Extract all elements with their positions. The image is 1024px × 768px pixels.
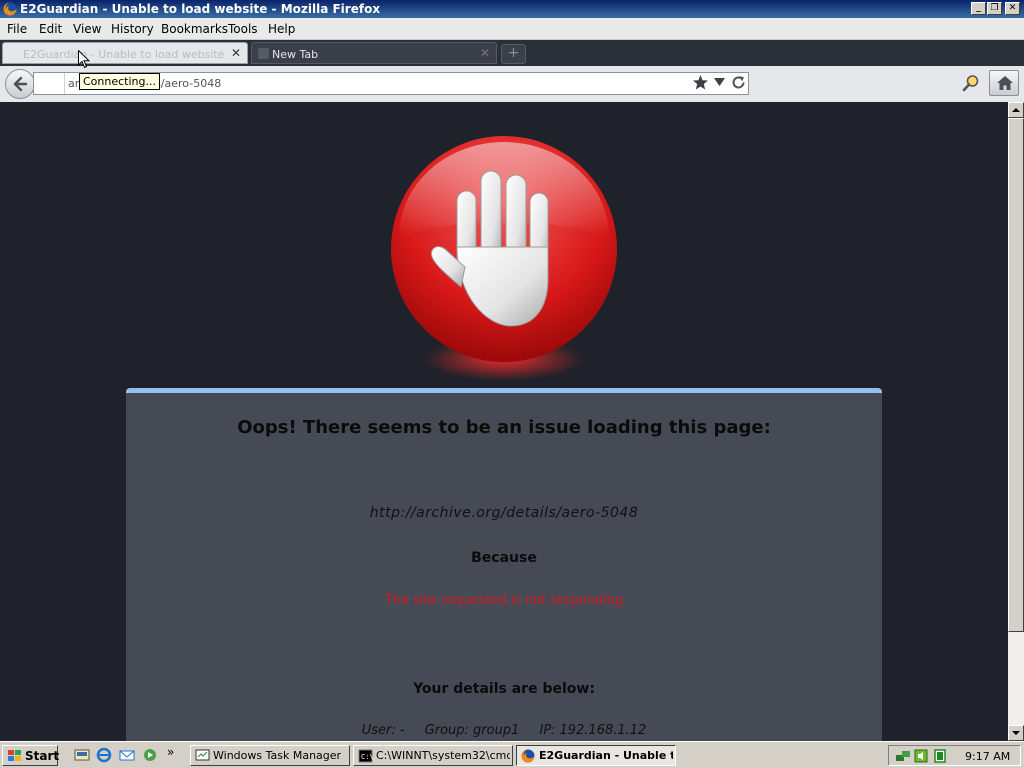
stop-hand-icon <box>391 136 617 381</box>
menu-help[interactable]: Help <box>268 22 295 36</box>
star-icon[interactable] <box>692 74 709 91</box>
site-identity-box[interactable] <box>34 73 65 94</box>
task-label: C:\WINNT\system32\cmd... <box>376 749 510 762</box>
scroll-thumb[interactable] <box>1008 118 1024 632</box>
show-desktop-icon[interactable] <box>74 747 90 763</box>
history-dropdown-icon[interactable] <box>714 78 725 87</box>
tab-e2guardian[interactable]: E2Guardian - Unable to load website ✕ <box>2 42 248 64</box>
task-label: E2Guardian - Unable t... <box>539 749 673 762</box>
internet-explorer-icon[interactable] <box>96 747 112 763</box>
start-button[interactable]: Start <box>2 745 60 766</box>
mouse-cursor-icon <box>78 50 90 69</box>
user-details: User: - Group: group1 IP: 192.168.1.12 <box>126 723 882 738</box>
cmd-icon: C:\ <box>358 749 373 763</box>
window-title: E2Guardian - Unable to load website - Mo… <box>20 2 381 16</box>
task-firefox[interactable]: E2Guardian - Unable t... <box>516 745 676 766</box>
window-titlebar[interactable]: E2Guardian - Unable to load website - Mo… <box>0 0 1024 18</box>
home-icon <box>997 76 1013 90</box>
ip-value: IP: 192.168.1.12 <box>539 723 647 738</box>
scroll-down-button[interactable] <box>1008 725 1024 741</box>
tab-close-icon[interactable]: ✕ <box>231 46 241 60</box>
reload-icon[interactable] <box>731 75 746 90</box>
firefox-icon <box>521 749 535 763</box>
clock: 9:17 AM <box>965 750 1011 763</box>
taskbar: Start » Windows Task Manager C:\ C:\WINN… <box>0 741 1024 768</box>
tab-new-tab[interactable]: New Tab ✕ <box>251 42 497 64</box>
menu-history[interactable]: History <box>111 22 154 36</box>
menu-bar: File Edit View History Bookmarks Tools H… <box>0 18 1024 40</box>
svg-text:C:\: C:\ <box>361 753 373 761</box>
error-headline: Oops! There seems to be an issue loading… <box>237 417 771 438</box>
scroll-down-arrow-icon <box>1012 731 1020 735</box>
scroll-up-button[interactable] <box>1008 102 1024 118</box>
error-panel: Oops! There seems to be an issue loading… <box>126 388 882 741</box>
page-content: Oops! There seems to be an issue loading… <box>0 102 1008 741</box>
system-tray: 9:17 AM <box>888 745 1021 766</box>
restore-button[interactable]: ❐ <box>987 2 1002 15</box>
menu-file[interactable]: File <box>7 22 27 36</box>
task-manager-icon <box>195 749 210 761</box>
vertical-scrollbar[interactable] <box>1008 102 1024 741</box>
menu-view[interactable]: View <box>73 22 101 36</box>
task-label: Windows Task Manager <box>213 749 342 762</box>
start-label: Start <box>25 749 60 763</box>
menu-edit[interactable]: Edit <box>39 22 62 36</box>
monitor-icon[interactable] <box>933 749 947 763</box>
url-text-end: s/aero-5048 <box>155 77 222 90</box>
magnifier-icon[interactable] <box>962 74 980 92</box>
task-windows-task-manager[interactable]: Windows Task Manager <box>190 745 350 766</box>
details-title: Your details are below: <box>413 681 595 697</box>
task-cmd[interactable]: C:\ C:\WINNT\system32\cmd... <box>353 745 513 766</box>
group-value: Group: group1 <box>424 723 520 738</box>
tab-close-icon[interactable]: ✕ <box>480 46 490 60</box>
tab-label: New Tab <box>272 48 319 61</box>
back-button[interactable] <box>5 69 35 99</box>
outlook-express-icon[interactable] <box>119 747 135 763</box>
quick-launch-more-icon[interactable]: » <box>167 745 174 759</box>
speaker-icon[interactable] <box>914 749 928 763</box>
tab-strip: E2Guardian - Unable to load website ✕ Ne… <box>0 40 1024 66</box>
menu-tools[interactable]: Tools <box>228 22 258 36</box>
home-button[interactable] <box>989 70 1019 96</box>
scroll-up-arrow-icon <box>1012 108 1020 112</box>
minimize-button[interactable]: _ <box>971 2 986 15</box>
user-value: User: - <box>361 723 405 738</box>
blocked-url: http://archive.org/details/aero-5048 <box>369 505 639 521</box>
menu-bookmarks[interactable]: Bookmarks <box>161 22 228 36</box>
tab-label: E2Guardian - Unable to load website <box>23 48 225 61</box>
close-window-button[interactable]: ✕ <box>1005 2 1020 15</box>
tab-favicon <box>258 48 269 59</box>
back-arrow-icon <box>13 76 28 92</box>
network-icon[interactable] <box>895 749 911 763</box>
block-reason: The site requested is not responding <box>384 593 624 608</box>
firefox-icon <box>3 2 17 16</box>
because-label: Because <box>471 550 537 566</box>
tooltip: Connecting... <box>79 73 160 90</box>
windows-logo-icon <box>8 750 21 761</box>
media-icon[interactable] <box>142 747 158 763</box>
new-tab-button[interactable]: + <box>501 44 526 64</box>
